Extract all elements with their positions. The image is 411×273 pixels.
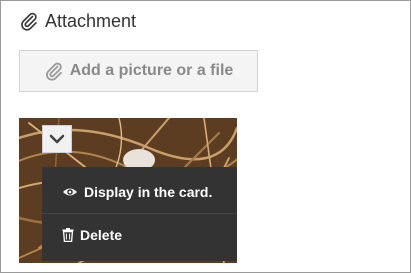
trash-icon xyxy=(62,228,74,242)
attachment-title: Attachment xyxy=(45,10,137,31)
thumbnail-menu-toggle[interactable] xyxy=(42,125,72,153)
eye-icon xyxy=(62,186,78,198)
paperclip-icon xyxy=(44,61,64,81)
delete-menu-item[interactable]: Delete xyxy=(42,215,237,255)
display-in-card-menu-item[interactable]: Display in the card. xyxy=(42,172,237,212)
delete-label: Delete xyxy=(80,227,123,243)
menu-divider xyxy=(42,213,237,214)
add-picture-or-file-label: Add a picture or a file xyxy=(69,62,234,79)
display-in-card-label: Display in the card. xyxy=(84,184,213,200)
paperclip-icon xyxy=(19,11,39,31)
add-picture-or-file-button[interactable]: Add a picture or a file xyxy=(19,50,258,92)
attachment-menu: Display in the card. Delete xyxy=(42,167,237,261)
attachment-header: Attachment xyxy=(19,9,136,33)
chevron-down-icon xyxy=(49,133,65,145)
